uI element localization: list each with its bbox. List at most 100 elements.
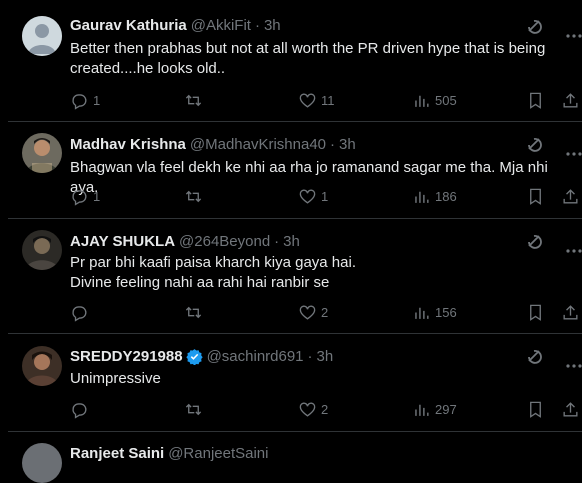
tweet-1[interactable]: Gaurav Kathuria @AkkiFit · 3h Better the… bbox=[8, 0, 582, 122]
reply-icon bbox=[72, 306, 87, 322]
user-name[interactable]: SREDDY291988 bbox=[70, 348, 183, 365]
bookmark-button[interactable] bbox=[526, 303, 545, 322]
tweet-actions: 1 1 186 bbox=[70, 187, 582, 207]
like-button[interactable]: 1 bbox=[298, 187, 328, 206]
grok-icon[interactable] bbox=[526, 136, 544, 159]
share-button[interactable] bbox=[561, 400, 580, 419]
user-name[interactable]: AJAY SHUKLA bbox=[70, 233, 175, 250]
retweet-icon bbox=[185, 190, 202, 203]
tweet-actions: 2 156 bbox=[70, 303, 582, 323]
bookmark-button[interactable] bbox=[526, 187, 545, 206]
reply-icon bbox=[72, 94, 87, 110]
tweet-2[interactable]: Madhav Krishna @MadhavKrishna40 · 3h Bha… bbox=[8, 121, 582, 219]
retweet-button[interactable] bbox=[184, 91, 207, 110]
user-handle[interactable]: @MadhavKrishna40 bbox=[190, 136, 326, 153]
views-icon bbox=[415, 95, 429, 107]
more-icon[interactable] bbox=[566, 25, 582, 43]
view-count: 297 bbox=[435, 402, 457, 417]
like-button[interactable]: 2 bbox=[298, 303, 328, 322]
tweet-header: Gaurav Kathuria @AkkiFit · 3h bbox=[70, 17, 281, 34]
views-button[interactable]: 186 bbox=[412, 187, 457, 206]
reply-icon bbox=[72, 403, 87, 419]
user-handle[interactable]: @RanjeetSaini bbox=[168, 445, 268, 462]
retweet-button[interactable] bbox=[184, 303, 207, 322]
avatar[interactable] bbox=[22, 443, 62, 483]
bookmark-icon bbox=[530, 304, 541, 321]
tweet-text: Pr par bhi kaafi paisa kharch kiya gaya … bbox=[70, 254, 356, 291]
share-button[interactable] bbox=[561, 91, 580, 110]
avatar[interactable] bbox=[22, 133, 62, 173]
views-button[interactable]: 156 bbox=[412, 303, 457, 322]
tweet-actions: 1 11 505 bbox=[70, 91, 582, 111]
share-icon bbox=[563, 93, 578, 108]
reply-button[interactable] bbox=[70, 303, 93, 322]
like-button[interactable]: 2 bbox=[298, 400, 328, 419]
profile-photo bbox=[22, 133, 62, 173]
view-count: 156 bbox=[435, 305, 457, 320]
reply-icon bbox=[72, 190, 87, 206]
user-name[interactable]: Ranjeet Saini bbox=[70, 445, 164, 462]
reply-count: 1 bbox=[93, 93, 101, 108]
like-count: 2 bbox=[321, 305, 329, 320]
reply-button[interactable]: 1 bbox=[70, 91, 100, 110]
verified-badge-icon bbox=[185, 348, 203, 365]
like-count: 2 bbox=[321, 402, 329, 417]
retweet-icon bbox=[185, 403, 202, 416]
timestamp[interactable]: 3h bbox=[317, 348, 334, 365]
share-button[interactable] bbox=[561, 303, 580, 322]
retweet-icon bbox=[185, 94, 202, 107]
like-button[interactable]: 11 bbox=[298, 91, 335, 110]
views-icon bbox=[415, 191, 429, 203]
timestamp[interactable]: 3h bbox=[339, 136, 356, 153]
separator-dot: · bbox=[274, 233, 280, 250]
tweet-text: Unimpressive bbox=[70, 370, 161, 387]
views-button[interactable]: 505 bbox=[412, 91, 457, 110]
views-icon bbox=[415, 307, 429, 319]
avatar[interactable] bbox=[22, 230, 62, 270]
retweet-icon bbox=[185, 306, 202, 319]
tweet-header: Ranjeet Saini @RanjeetSaini bbox=[70, 445, 269, 462]
user-handle[interactable]: @AkkiFit bbox=[191, 17, 251, 34]
share-icon bbox=[563, 402, 578, 417]
timestamp[interactable]: 3h bbox=[283, 233, 300, 250]
more-icon[interactable] bbox=[566, 240, 582, 258]
heart-icon bbox=[299, 402, 316, 417]
bookmark-button[interactable] bbox=[526, 400, 545, 419]
avatar[interactable] bbox=[22, 16, 62, 56]
tweet-4[interactable]: SREDDY291988 @sachinrd691 · 3h Unimpress… bbox=[8, 333, 582, 432]
view-count: 505 bbox=[435, 93, 457, 108]
bookmark-icon bbox=[530, 401, 541, 418]
retweet-button[interactable] bbox=[184, 400, 207, 419]
retweet-button[interactable] bbox=[184, 187, 207, 206]
more-icon[interactable] bbox=[566, 355, 582, 373]
views-button[interactable]: 297 bbox=[412, 400, 457, 419]
avatar[interactable] bbox=[22, 346, 62, 386]
share-button[interactable] bbox=[561, 187, 580, 206]
like-count: 11 bbox=[321, 93, 335, 108]
user-handle[interactable]: @264Beyond bbox=[179, 233, 270, 250]
separator-dot: · bbox=[307, 348, 313, 365]
grok-icon[interactable] bbox=[526, 348, 544, 371]
tweet-text: Better then prabhas but not at all worth… bbox=[70, 40, 546, 77]
like-count: 1 bbox=[321, 189, 329, 204]
separator-dot: · bbox=[254, 17, 260, 34]
separator-dot: · bbox=[330, 136, 336, 153]
tweet-5-partial[interactable]: Ranjeet Saini @RanjeetSaini bbox=[8, 431, 582, 483]
user-handle[interactable]: @sachinrd691 bbox=[207, 348, 304, 365]
tweet-3[interactable]: AJAY SHUKLA @264Beyond · 3h Pr par bhi k… bbox=[8, 218, 582, 334]
more-icon[interactable] bbox=[566, 143, 582, 161]
user-name[interactable]: Gaurav Kathuria bbox=[70, 17, 187, 34]
default-avatar-icon bbox=[22, 16, 62, 56]
bookmark-icon bbox=[530, 188, 541, 205]
bookmark-button[interactable] bbox=[526, 91, 545, 110]
profile-photo bbox=[22, 230, 62, 270]
reply-button[interactable] bbox=[70, 400, 93, 419]
grok-icon[interactable] bbox=[526, 18, 544, 41]
timestamp[interactable]: 3h bbox=[264, 17, 281, 34]
reply-button[interactable]: 1 bbox=[70, 187, 100, 206]
profile-photo bbox=[22, 346, 62, 386]
tweet-header: AJAY SHUKLA @264Beyond · 3h bbox=[70, 233, 300, 250]
user-name[interactable]: Madhav Krishna bbox=[70, 136, 186, 153]
bookmark-icon bbox=[530, 92, 541, 109]
reply-count: 1 bbox=[93, 189, 101, 204]
